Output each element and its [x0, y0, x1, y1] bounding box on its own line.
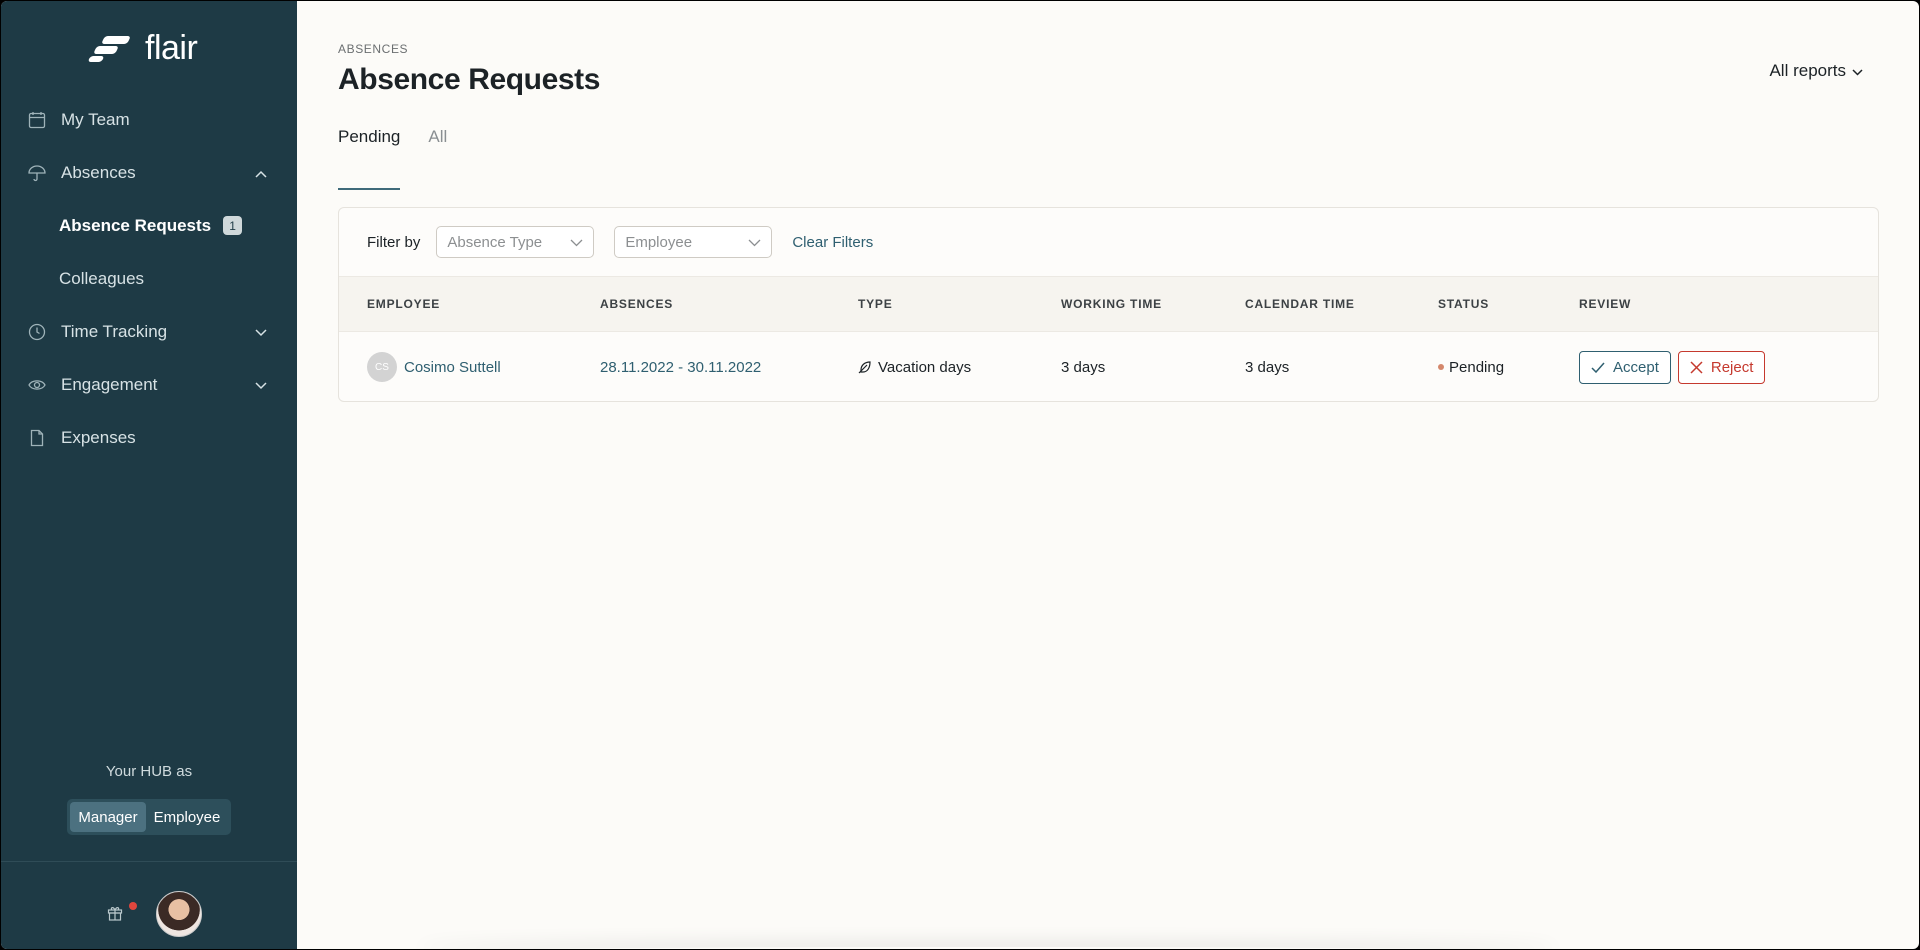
chevron-down-icon: [570, 234, 583, 251]
tab-all[interactable]: All: [428, 127, 447, 190]
column-header-working-time[interactable]: WORKING TIME: [1061, 297, 1162, 311]
chevron-down-icon: [255, 322, 267, 342]
brand-logo[interactable]: flair: [87, 29, 198, 68]
employee-placeholder: Employee: [625, 233, 693, 251]
check-icon: [1591, 362, 1605, 373]
sidebar-item-absence-requests[interactable]: Absence Requests 1: [1, 199, 297, 252]
sidebar-item-label: Time Tracking: [61, 321, 168, 341]
absence-dates-link[interactable]: 28.11.2022 - 30.11.2022: [600, 359, 761, 376]
employee-avatar: CS: [367, 352, 397, 382]
main-content: ABSENCES Absence Requests All reports Pe…: [297, 1, 1919, 949]
reject-button[interactable]: Reject: [1677, 350, 1766, 384]
sidebar-item-my-team[interactable]: My Team: [1, 93, 297, 146]
all-reports-label: All reports: [1769, 61, 1846, 80]
column-header-review: REVIEW: [1579, 297, 1632, 311]
column-header-employee[interactable]: EMPLOYEE: [367, 297, 440, 311]
sidebar-item-label: Absence Requests: [59, 215, 212, 235]
sidebar-item-absences[interactable]: Absences: [1, 146, 297, 199]
chevron-down-icon: [255, 375, 267, 395]
tab-pending[interactable]: Pending: [338, 127, 401, 190]
user-avatar[interactable]: [156, 891, 202, 937]
absence-type-label: Vacation days: [878, 358, 972, 376]
flair-logo-icon: [87, 34, 135, 64]
column-header-absences[interactable]: ABSENCES: [600, 297, 673, 311]
all-reports-dropdown[interactable]: All reports: [1769, 61, 1863, 81]
umbrella-icon: [27, 163, 47, 183]
filter-bar: Filter by Absence Type Employee Clear Fi…: [339, 208, 1878, 277]
status-badge: Pending: [1449, 358, 1505, 376]
reject-label: Reject: [1710, 358, 1754, 376]
notification-dot: [129, 902, 137, 910]
hub-employee-button[interactable]: Employee: [146, 802, 228, 832]
sidebar-item-label: Colleagues: [59, 268, 145, 288]
sidebar-divider: [1, 861, 297, 862]
sidebar-item-time-tracking[interactable]: Time Tracking: [1, 305, 297, 358]
sidebar-nav: My Team Absences Absence Requests 1 Coll…: [1, 93, 297, 464]
chevron-down-icon: [1852, 61, 1863, 81]
clear-filters-link[interactable]: Clear Filters: [792, 234, 873, 251]
absence-type-placeholder: Absence Type: [447, 233, 543, 251]
hub-role-toggle: Manager Employee: [67, 799, 231, 835]
document-icon: [27, 428, 47, 448]
page-title: Absence Requests: [338, 63, 601, 96]
brand-name: flair: [145, 29, 198, 67]
column-header-type[interactable]: TYPE: [858, 297, 893, 311]
status-dot: [1438, 364, 1444, 370]
sidebar-item-label: Engagement: [61, 374, 158, 394]
employee-cell[interactable]: CS Cosimo Suttell: [367, 352, 501, 382]
sidebar-item-engagement[interactable]: Engagement: [1, 358, 297, 411]
filter-label: Filter by: [367, 233, 421, 251]
tab-bar: Pending All: [338, 127, 447, 190]
working-time-cell: 3 days: [1061, 358, 1106, 376]
chevron-down-icon: [748, 234, 761, 251]
table-row: CS Cosimo Suttell 28.11.2022 - 30.11.202…: [339, 332, 1878, 401]
column-header-status[interactable]: STATUS: [1438, 297, 1489, 311]
sidebar-item-label: My Team: [61, 109, 130, 129]
calendar-icon: [27, 110, 47, 130]
bottom-shadow: [417, 947, 1559, 949]
sidebar-item-colleagues[interactable]: Colleagues: [1, 252, 297, 305]
requests-card: Filter by Absence Type Employee Clear Fi…: [338, 207, 1879, 402]
status-cell: Pending: [1438, 359, 1504, 376]
eye-icon: [27, 375, 47, 395]
sidebar: flair My Team Absences Absence Requests: [1, 1, 297, 949]
sidebar-item-label: Expenses: [61, 427, 136, 447]
employee-name-link[interactable]: Cosimo Suttell: [404, 359, 501, 376]
accept-label: Accept: [1613, 358, 1659, 376]
sidebar-item-label: Absences: [61, 162, 136, 182]
table-header: EMPLOYEE ABSENCES TYPE WORKING TIME CALE…: [339, 277, 1878, 332]
breadcrumb: ABSENCES: [338, 42, 409, 56]
count-badge: 1: [223, 216, 243, 235]
chevron-up-icon: [255, 163, 267, 183]
employee-select[interactable]: Employee: [614, 226, 773, 258]
column-header-calendar-time[interactable]: CALENDAR TIME: [1245, 297, 1355, 311]
accept-button[interactable]: Accept: [1579, 350, 1671, 384]
gift-icon[interactable]: [107, 905, 123, 926]
sidebar-item-expenses[interactable]: Expenses: [1, 411, 297, 464]
hub-label: Your HUB as: [105, 763, 193, 780]
app-window: flair My Team Absences Absence Requests: [1, 1, 1919, 949]
review-actions: Accept Reject: [1579, 350, 1766, 384]
feather-icon: [858, 360, 872, 374]
type-cell: Vacation days: [858, 359, 971, 376]
close-icon: [1690, 360, 1703, 374]
hub-manager-button[interactable]: Manager: [70, 802, 146, 832]
absence-type-select[interactable]: Absence Type: [436, 226, 595, 258]
clock-icon: [27, 322, 47, 342]
calendar-time-cell: 3 days: [1245, 358, 1290, 376]
